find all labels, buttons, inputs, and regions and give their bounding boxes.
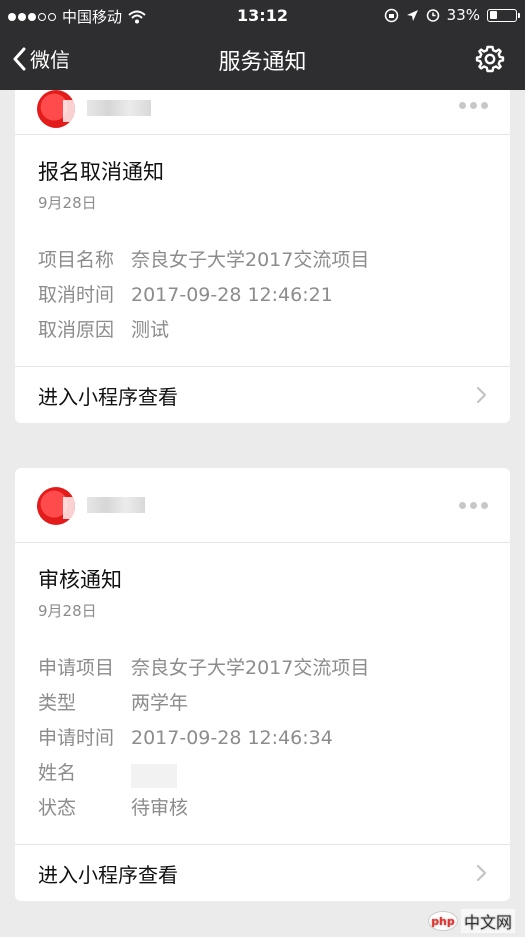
field-label: 类型 xyxy=(38,692,77,714)
field-value: 待审核 xyxy=(131,797,189,819)
card-header xyxy=(15,90,510,135)
field-row: 姓名 xyxy=(38,756,487,791)
notification-card: 审核通知 9月28日 申请项目 奈良女子大学2017交流项目 类型 两学年 申请… xyxy=(15,468,510,901)
more-dots-icon[interactable] xyxy=(459,102,488,109)
card-header xyxy=(15,468,510,543)
sender-name-redacted xyxy=(87,497,145,513)
card-title: 报名取消通知 xyxy=(38,160,164,184)
field-value: 2017-09-28 12:46:21 xyxy=(131,284,333,306)
card-title: 审核通知 xyxy=(38,568,122,592)
field-row: 申请时间 2017-09-28 12:46:34 xyxy=(38,721,487,756)
open-mini-program-button[interactable]: 进入小程序查看 xyxy=(15,844,510,901)
field-label: 申请时间 xyxy=(38,727,115,749)
notification-card: 报名取消通知 9月28日 项目名称 奈良女子大学2017交流项目 取消时间 20… xyxy=(15,90,510,423)
field-value: 两学年 xyxy=(131,692,189,714)
field-value: 奈良女子大学2017交流项目 xyxy=(131,657,370,679)
watermark-site: 中文网 xyxy=(460,909,515,933)
page-title: 服务通知 xyxy=(218,50,307,75)
field-label: 申请项目 xyxy=(38,657,115,679)
field-row: 类型 两学年 xyxy=(38,686,487,721)
footer-label: 进入小程序查看 xyxy=(38,385,178,409)
battery-icon xyxy=(487,8,520,22)
status-bar: 中国移动 13:12 33% xyxy=(0,0,525,30)
field-value: 测试 xyxy=(131,319,170,341)
location-icon xyxy=(406,9,418,21)
gear-icon[interactable] xyxy=(475,44,505,74)
navigation-bar: 微信 服务通知 xyxy=(0,30,525,90)
field-row: 状态 待审核 xyxy=(38,791,487,826)
field-value: 2017-09-28 12:46:34 xyxy=(131,727,333,749)
card-date: 9月28日 xyxy=(38,602,97,620)
field-row: 项目名称 奈良女子大学2017交流项目 xyxy=(38,243,487,278)
php-watermark: php 中文网 xyxy=(427,909,515,933)
status-bar-right: 33% xyxy=(384,6,520,24)
avatar[interactable] xyxy=(37,90,75,128)
name-value-redacted xyxy=(131,756,177,791)
alarm-icon xyxy=(426,9,439,22)
card-fields: 项目名称 奈良女子大学2017交流项目 取消时间 2017-09-28 12:4… xyxy=(38,243,487,348)
field-label: 项目名称 xyxy=(38,249,115,271)
field-label: 取消时间 xyxy=(38,284,115,306)
field-row: 取消原因 测试 xyxy=(38,313,487,348)
avatar[interactable] xyxy=(37,487,75,525)
field-row: 申请项目 奈良女子大学2017交流项目 xyxy=(38,651,487,686)
field-label: 状态 xyxy=(38,797,77,819)
rotation-lock-icon xyxy=(384,8,398,22)
card-date: 9月28日 xyxy=(38,194,97,212)
field-value: 奈良女子大学2017交流项目 xyxy=(131,249,370,271)
battery-percent: 33% xyxy=(446,6,480,24)
field-label: 取消原因 xyxy=(38,319,115,341)
card-body: 报名取消通知 9月28日 项目名称 奈良女子大学2017交流项目 取消时间 20… xyxy=(15,135,510,348)
notification-feed[interactable]: 报名取消通知 9月28日 项目名称 奈良女子大学2017交流项目 取消时间 20… xyxy=(0,90,525,937)
chevron-right-icon xyxy=(476,386,487,404)
sender-name-redacted xyxy=(87,100,151,116)
card-fields: 申请项目 奈良女子大学2017交流项目 类型 两学年 申请时间 2017-09-… xyxy=(38,651,487,826)
card-body: 审核通知 9月28日 申请项目 奈良女子大学2017交流项目 类型 两学年 申请… xyxy=(15,543,510,826)
chevron-right-icon xyxy=(476,864,487,882)
field-label: 姓名 xyxy=(38,762,77,784)
field-row: 取消时间 2017-09-28 12:46:21 xyxy=(38,278,487,313)
more-dots-icon[interactable] xyxy=(459,502,488,509)
footer-label: 进入小程序查看 xyxy=(38,863,178,887)
php-logo: php xyxy=(427,911,458,931)
open-mini-program-button[interactable]: 进入小程序查看 xyxy=(15,366,510,423)
